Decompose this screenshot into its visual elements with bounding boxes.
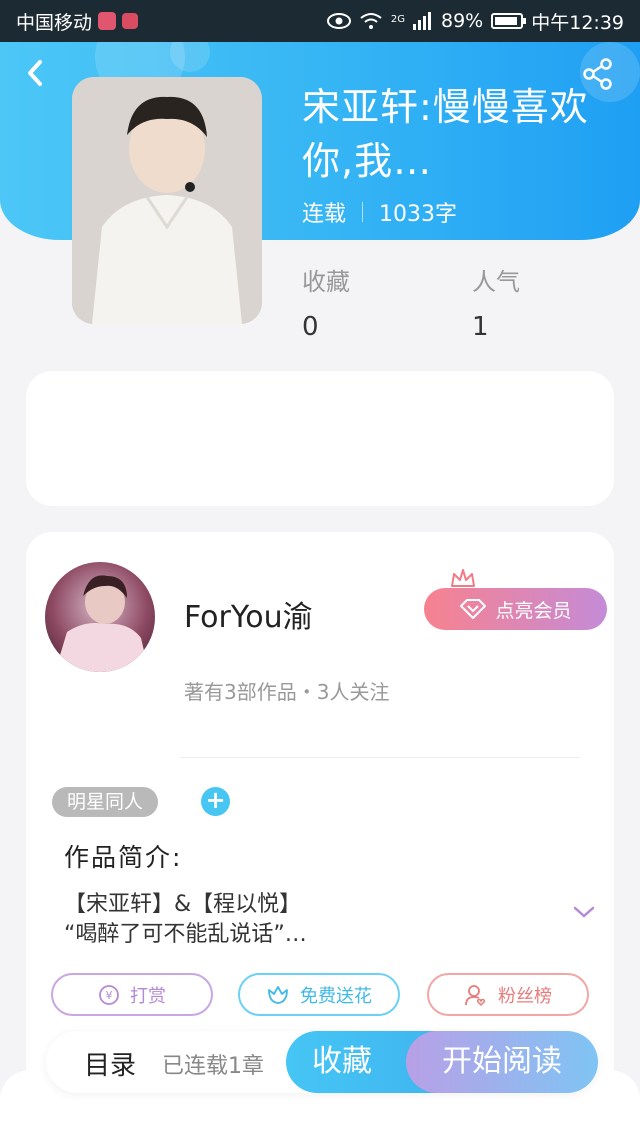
fans-ranking-button[interactable]: 粉丝榜 [427,973,589,1016]
favorites-value: 0 [302,312,319,342]
crown-icon [451,569,475,587]
intro-line-2: “喝醉了可不能乱说话”… [64,922,307,947]
carrier-label: 中国移动 [16,11,93,34]
avatar-illustration [55,575,149,672]
popularity-label: 人气 [472,268,520,296]
intro-heading: 作品简介: [64,843,183,872]
send-flower-button[interactable]: 免费送花 [238,973,400,1016]
status-left: 中国移动 [16,8,139,35]
word-count: 1033字 [379,202,458,227]
diamond-icon [460,599,487,619]
eye-icon [326,13,351,29]
reward-button[interactable]: ¥ 打赏 [51,973,213,1016]
back-button[interactable] [22,56,52,90]
meta-divider [362,202,364,222]
vip-membership-button[interactable]: 点亮会员 [424,588,607,630]
serial-status: 连载 [302,202,347,227]
add-tag-button[interactable]: + [201,787,230,816]
book-cover-image[interactable] [72,77,262,324]
intro-text: 【宋亚轩】&【程以悦】 “喝醉了可不能乱说话”… [64,890,544,950]
author-avatar[interactable] [45,562,155,672]
flower-icon [268,985,288,1004]
app-notification-icon-2 [122,13,139,29]
app-notification-icon [98,12,117,30]
coin-icon: ¥ [99,984,119,1005]
section-divider [180,757,580,758]
signal-icon [413,12,431,30]
battery-percent: 89% [441,10,484,32]
genre-tag[interactable]: 明星同人 [52,787,159,817]
author-name[interactable]: ForYou渝 [184,592,313,636]
network-type: 2G [390,13,405,25]
chevron-left-icon [28,60,42,86]
cover-illustration [72,77,262,324]
clock: 中午12:39 [531,11,624,34]
status-bar: 中国移动 2G 89% 中午12:39 [0,0,640,42]
chevron-down-icon [573,906,595,918]
start-reading-button[interactable]: 开始阅读 [406,1031,598,1093]
popularity-value: 1 [472,312,489,342]
author-stats: 著有3部作品・3人关注 [184,680,390,704]
chapter-count[interactable]: 已连载1章 [162,1048,264,1080]
vip-button-label: 点亮会员 [495,599,572,622]
reward-label: 打赏 [130,985,166,1007]
book-title: 宋亚轩:慢慢喜欢你,我… [302,85,589,183]
intro-line-1: 【宋亚轩】&【程以悦】 [64,892,302,917]
user-heart-icon [465,984,486,1006]
empty-info-card [26,371,614,506]
status-right: 2G 89% 中午12:39 [326,8,624,35]
table-of-contents-button[interactable]: 目录 [84,1045,136,1082]
battery-icon [491,13,527,29]
expand-intro-button[interactable] [571,902,597,922]
favorites-label: 收藏 [302,268,350,296]
fans-ranking-label: 粉丝榜 [498,985,552,1007]
wifi-icon [360,13,382,29]
book-meta: 连载 1033字 [302,196,457,228]
send-flower-label: 免费送花 [300,985,372,1007]
svg-text:¥: ¥ [106,989,113,1002]
